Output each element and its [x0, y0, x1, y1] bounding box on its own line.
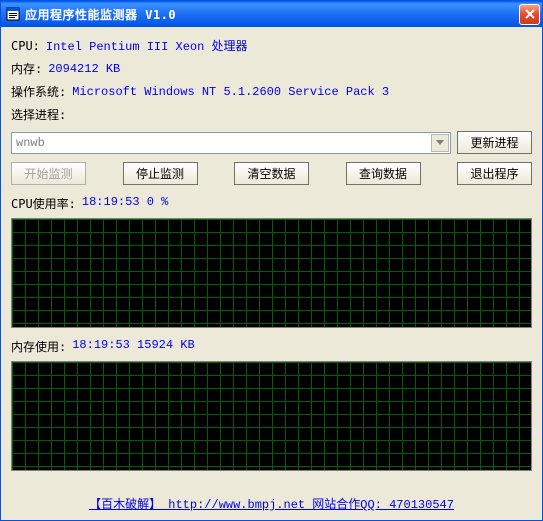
cpu-usage-label: CPU使用率: [11, 195, 76, 212]
cpu-info-row: CPU: Intel Pentium III Xeon 处理器 [11, 37, 532, 54]
titlebar[interactable]: 应用程序性能监测器 V1.0 [1, 1, 542, 27]
window-title: 应用程序性能监测器 V1.0 [25, 6, 519, 23]
query-data-button[interactable]: 查询数据 [346, 162, 421, 185]
mem-graph-grid [12, 362, 531, 470]
close-button[interactable] [519, 4, 540, 25]
cpu-usage-row: CPU使用率: 18:19:53 0 % [11, 195, 532, 212]
mem-value: 2094212 KB [48, 62, 120, 76]
cpu-value: Intel Pentium III Xeon 处理器 [46, 37, 248, 54]
process-selected: wnwb [12, 136, 430, 150]
process-label-row: 选择进程: [11, 106, 532, 123]
exit-button[interactable]: 退出程序 [457, 162, 532, 185]
content-area: CPU: Intel Pentium III Xeon 处理器 内存: 2094… [1, 27, 542, 520]
app-window: 应用程序性能监测器 V1.0 CPU: Intel Pentium III Xe… [0, 0, 543, 521]
mem-usage-graph [11, 361, 532, 471]
start-monitor-button[interactable]: 开始监测 [11, 162, 86, 185]
mem-info-row: 内存: 2094212 KB [11, 60, 532, 77]
app-icon [5, 6, 21, 22]
button-row: 开始监测 停止监测 清空数据 查询数据 退出程序 [11, 162, 532, 185]
os-value: Microsoft Windows NT 5.1.2600 Service Pa… [72, 85, 389, 99]
refresh-process-button[interactable]: 更新进程 [457, 131, 532, 154]
stop-monitor-button[interactable]: 停止监测 [123, 162, 198, 185]
clear-data-button[interactable]: 清空数据 [234, 162, 309, 185]
cpu-usage-value: 18:19:53 0 % [82, 195, 168, 212]
footer-link[interactable]: 【百木破解】 http://www.bmpj.net 网站合作QQ: 47013… [89, 498, 454, 512]
mem-usage-value: 18:19:53 15924 KB [72, 338, 194, 355]
process-label: 选择进程: [11, 106, 66, 123]
os-info-row: 操作系统: Microsoft Windows NT 5.1.2600 Serv… [11, 83, 532, 100]
cpu-graph-grid [12, 219, 531, 327]
cpu-label: CPU: [11, 39, 40, 53]
mem-usage-label: 内存使用: [11, 338, 66, 355]
chevron-down-icon [431, 134, 449, 152]
mem-label: 内存: [11, 60, 42, 77]
footer: 【百木破解】 http://www.bmpj.net 网站合作QQ: 47013… [11, 491, 532, 516]
mem-usage-row: 内存使用: 18:19:53 15924 KB [11, 338, 532, 355]
os-label: 操作系统: [11, 83, 66, 100]
process-select-row: wnwb 更新进程 [11, 131, 532, 154]
cpu-usage-graph [11, 218, 532, 328]
process-combobox[interactable]: wnwb [11, 132, 451, 154]
